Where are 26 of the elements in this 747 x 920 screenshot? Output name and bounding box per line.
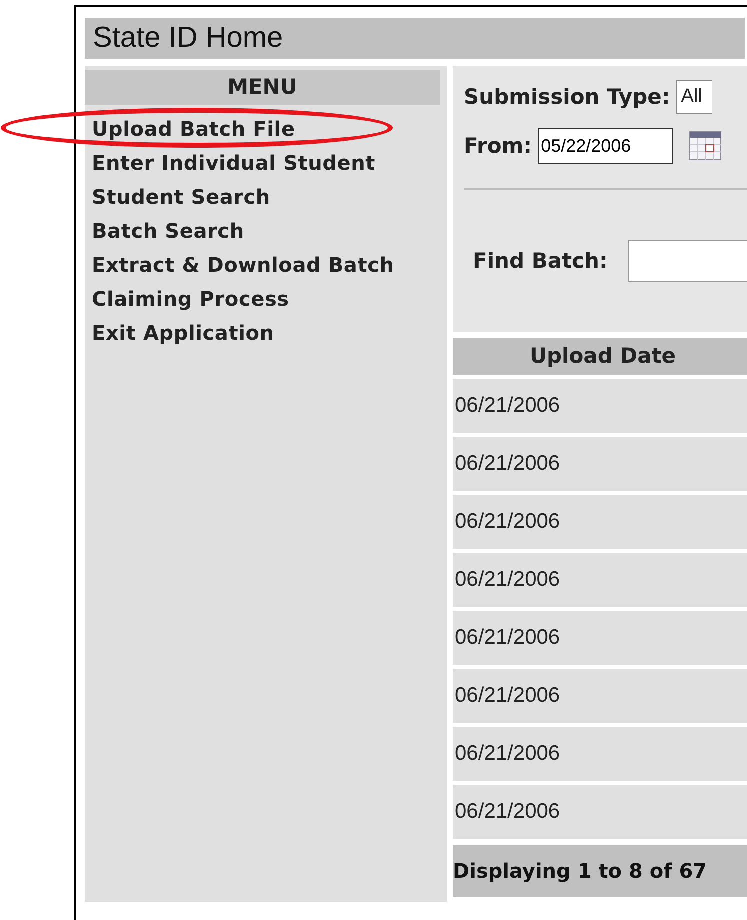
menu-link[interactable]: Exit Application [92,316,274,350]
menu-link[interactable]: Extract & Download Batch [92,248,394,282]
menu-link[interactable]: Claiming Process [92,282,290,316]
field-label: Find Batch: [473,249,608,273]
table-cell: 06/21/2006 [453,379,747,433]
column-header[interactable]: Upload Date [453,338,747,375]
menu-link[interactable]: Batch Search [92,214,244,248]
table-cell: 06/21/2006 [453,669,747,723]
calendar-icon[interactable] [689,131,722,161]
from-date-field[interactable]: 05/22/2006 [538,128,674,164]
table-cell: 06/21/2006 [453,553,747,607]
field-label: From: [464,134,532,158]
pagination-status: Displaying 1 to 8 of 67 [453,845,747,897]
table-cell: 06/21/2006 [453,727,747,781]
table-cell: 06/21/2006 [453,495,747,549]
find-batch-field[interactable] [628,240,747,282]
field-label: Submission Type: [464,85,670,109]
table-cell: 06/21/2006 [453,437,747,491]
menu-heading: MENU [85,70,440,105]
page-title: State ID Home [85,18,745,59]
menu-link[interactable]: Enter Individual Student [92,146,376,180]
submission-type-dropdown[interactable]: All [676,80,712,114]
table-cell: 06/21/2006 [453,785,747,839]
table-cell: 06/21/2006 [453,611,747,665]
menu-link[interactable]: Student Search [92,180,270,214]
menu-link[interactable]: Upload Batch File [92,112,296,146]
